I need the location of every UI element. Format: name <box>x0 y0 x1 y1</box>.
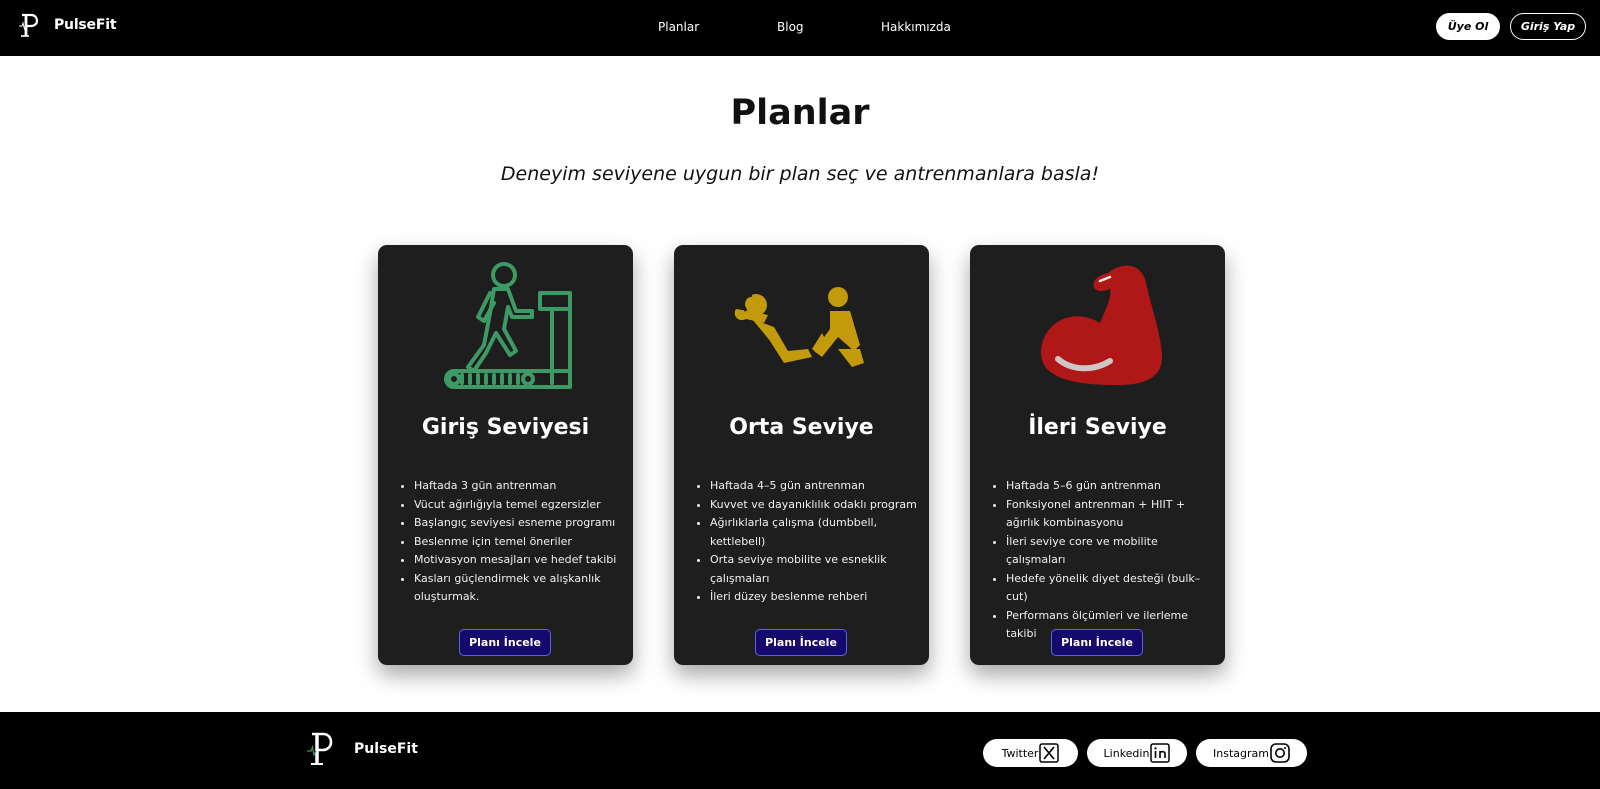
feature-item: Orta seviye mobilite ve esneklik çalışma… <box>710 551 924 588</box>
plan-card-intermediate: Orta Seviye Haftada 4–5 gün antrenman Ku… <box>674 245 929 665</box>
feature-item: İleri düzey beslenme rehberi <box>710 588 924 607</box>
nav-link-planlar[interactable]: Planlar <box>658 20 699 34</box>
pulsefit-logo-icon <box>307 732 333 765</box>
linkedin-button[interactable]: Linkedin <box>1087 739 1187 767</box>
feature-item: Vücut ağırlığıyla temel egzersizler <box>414 496 628 515</box>
login-button[interactable]: Giriş Yap <box>1510 13 1586 40</box>
partner-situps-icon <box>734 287 864 367</box>
feature-item: Haftada 5–6 gün antrenman <box>1006 477 1220 496</box>
page-subtitle: Deneyim seviyene uygun bir plan seç ve a… <box>500 163 1100 185</box>
plan-card-advanced: İleri Seviye Haftada 5–6 gün antrenman F… <box>970 245 1225 665</box>
feature-item: Ağırlıklarla çalışma (dumbbell, kettlebe… <box>710 514 924 551</box>
social-label: Linkedin <box>1103 746 1150 760</box>
navbar: PulseFit Planlar Blog Hakkımızda Üye Ol … <box>0 0 1600 56</box>
social-label: Instagram <box>1213 746 1269 760</box>
footer: PulseFit Twitter Linkedin Instagram <box>0 712 1600 789</box>
feature-item: Beslenme için temel öneriler <box>414 533 628 552</box>
instagram-icon <box>1270 743 1290 763</box>
flexed-arm-icon <box>1040 265 1162 385</box>
signup-button[interactable]: Üye Ol <box>1436 13 1500 40</box>
feature-item: Hedefe yönelik diyet desteği (bulk–cut) <box>1006 570 1220 607</box>
feature-item: Kasları güçlendirmek ve alışkanlık oluşt… <box>414 570 628 607</box>
nav-links: Planlar Blog Hakkımızda <box>0 0 1600 56</box>
plan-card-beginner: Giriş Seviyesi Haftada 3 gün antrenman V… <box>378 245 633 665</box>
feature-list: Haftada 3 gün antrenman Vücut ağırlığıyl… <box>414 477 628 607</box>
feature-item: Motivasyon mesajları ve hedef takibi <box>414 551 628 570</box>
view-plan-button[interactable]: Planı İncele <box>1051 629 1143 656</box>
view-plan-button[interactable]: Planı İncele <box>755 629 847 656</box>
feature-item: Haftada 3 gün antrenman <box>414 477 628 496</box>
footer-brand[interactable]: PulseFit <box>306 730 418 768</box>
plan-title: İleri Seviye <box>1028 415 1167 440</box>
twitter-button[interactable]: Twitter <box>983 739 1078 767</box>
plan-title: Giriş Seviyesi <box>421 415 590 440</box>
social-label: Twitter <box>1001 746 1039 760</box>
feature-list: Haftada 5–6 gün antrenman Fonksiyonel an… <box>1006 477 1220 644</box>
page-title: Planlar <box>730 93 870 133</box>
feature-item: Başlangıç seviyesi esneme programı <box>414 514 628 533</box>
feature-item: İleri seviye core ve mobilite çalışmalar… <box>1006 533 1220 570</box>
treadmill-icon <box>444 262 572 389</box>
view-plan-button[interactable]: Planı İncele <box>459 629 551 656</box>
instagram-button[interactable]: Instagram <box>1196 739 1307 767</box>
footer-brand-name: PulseFit <box>354 741 418 757</box>
feature-item: Fonksiyonel antrenman + HIIT + ağırlık k… <box>1006 496 1220 533</box>
x-logo-icon <box>1039 743 1060 763</box>
linkedin-icon <box>1150 743 1171 763</box>
nav-link-blog[interactable]: Blog <box>777 20 804 34</box>
nav-link-hakkimizda[interactable]: Hakkımızda <box>881 20 951 34</box>
feature-item: Kuvvet ve dayanıklılık odaklı program <box>710 496 924 515</box>
plan-title: Orta Seviye <box>729 415 874 440</box>
feature-list: Haftada 4–5 gün antrenman Kuvvet ve daya… <box>710 477 924 607</box>
feature-item: Haftada 4–5 gün antrenman <box>710 477 924 496</box>
